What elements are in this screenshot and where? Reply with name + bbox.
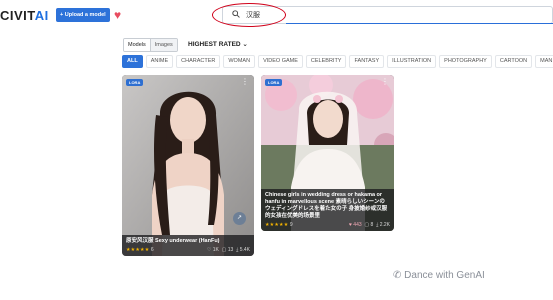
- downloads-count: ⤓ 5.4K: [236, 247, 250, 253]
- search-input[interactable]: 汉服: [222, 6, 553, 24]
- view-toggle[interactable]: Models Images: [123, 38, 178, 52]
- category-anime[interactable]: ANIME: [145, 55, 174, 68]
- category-man[interactable]: MAN: [535, 55, 553, 68]
- category-illustration[interactable]: ILLUSTRATION: [387, 55, 437, 68]
- card-image: [122, 75, 254, 256]
- model-type-badge: LORA: [126, 79, 144, 86]
- model-card[interactable]: LORA ⋮ Chinese girls in wedding dress or…: [261, 75, 394, 231]
- heart-icon[interactable]: ♥: [114, 8, 121, 22]
- search-query: 汉服: [246, 12, 260, 19]
- category-bar: ALL ANIME CHARACTER WOMAN VIDEO GAME CEL…: [122, 55, 553, 68]
- view-models-option[interactable]: Models: [124, 39, 150, 51]
- rating-count: 6: [150, 247, 154, 253]
- more-options-icon[interactable]: ⋮: [381, 78, 389, 86]
- category-character[interactable]: CHARACTER: [176, 55, 221, 68]
- rating-stars: ★★★★★: [126, 247, 150, 253]
- wechat-icon: ✆: [393, 270, 402, 281]
- upload-model-button[interactable]: + Upload a model: [56, 8, 110, 22]
- category-video-game[interactable]: VIDEO GAME: [258, 55, 303, 68]
- sort-dropdown[interactable]: HIGHEST RATED ⌄: [188, 40, 248, 48]
- model-card[interactable]: LORA ⋮ ↗ 原安风汉服 Sexy underwear (HanFu) ★★…: [122, 75, 254, 256]
- downloads-count: ⤓ 2.2K: [376, 222, 390, 228]
- view-images-option[interactable]: Images: [149, 39, 177, 51]
- search-focus-underline: [286, 23, 553, 24]
- category-celebrity[interactable]: CELEBRITY: [305, 55, 347, 68]
- rating-count: 9: [289, 222, 293, 228]
- logo-main: CIVIT: [0, 8, 35, 23]
- search-icon: [232, 10, 240, 18]
- logo-accent: AI: [34, 8, 49, 23]
- category-all[interactable]: ALL: [122, 55, 143, 68]
- category-photography[interactable]: PHOTOGRAPHY: [439, 55, 492, 68]
- category-woman[interactable]: WOMAN: [223, 55, 256, 68]
- comments-count: ▢ 8: [364, 222, 374, 228]
- more-options-icon[interactable]: ⋮: [241, 78, 249, 86]
- watermark-text: Dance with GenAI: [404, 270, 485, 281]
- category-fantasy[interactable]: FANTASY: [349, 55, 385, 68]
- card-title: Chinese girls in wedding dress or hakama…: [265, 192, 388, 219]
- category-cartoon[interactable]: CARTOON: [494, 55, 533, 68]
- watermark: ✆ Dance with GenAI: [393, 270, 485, 281]
- card-info: Chinese girls in wedding dress or hakama…: [261, 189, 394, 231]
- remix-icon[interactable]: ↗: [233, 212, 246, 225]
- likes-count: ♥ 443: [348, 222, 362, 228]
- comments-count: ▢ 13: [221, 247, 234, 253]
- card-title: 原安风汉服 Sexy underwear (HanFu): [126, 238, 220, 244]
- likes-count: ♡ 1K: [206, 247, 219, 253]
- civitai-logo[interactable]: CIVITAI: [0, 8, 49, 23]
- rating-stars: ★★★★★: [265, 222, 289, 228]
- card-info: 原安风汉服 Sexy underwear (HanFu) ★★★★★ 6 ♡ 1…: [122, 235, 254, 256]
- model-type-badge: LORA: [265, 79, 283, 86]
